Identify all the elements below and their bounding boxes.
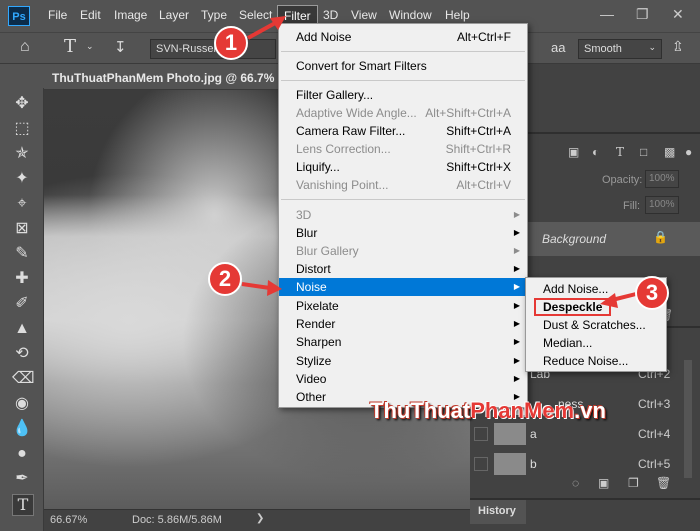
arrow-1-icon bbox=[247, 16, 286, 40]
step-2-badge: 2 bbox=[208, 262, 242, 296]
arrow-2-icon bbox=[241, 280, 282, 296]
arrow-3-icon bbox=[600, 291, 641, 308]
step-3-badge: 3 bbox=[635, 276, 669, 310]
step-1-badge: 1 bbox=[214, 26, 248, 60]
watermark-logo: ThuThuatPhanMem.vn bbox=[370, 398, 606, 424]
watermark-part: .vn bbox=[574, 398, 606, 423]
callout-arrows bbox=[241, 16, 641, 308]
watermark-part: PhanMem bbox=[470, 398, 575, 423]
watermark-part: ThuThuat bbox=[370, 398, 471, 423]
